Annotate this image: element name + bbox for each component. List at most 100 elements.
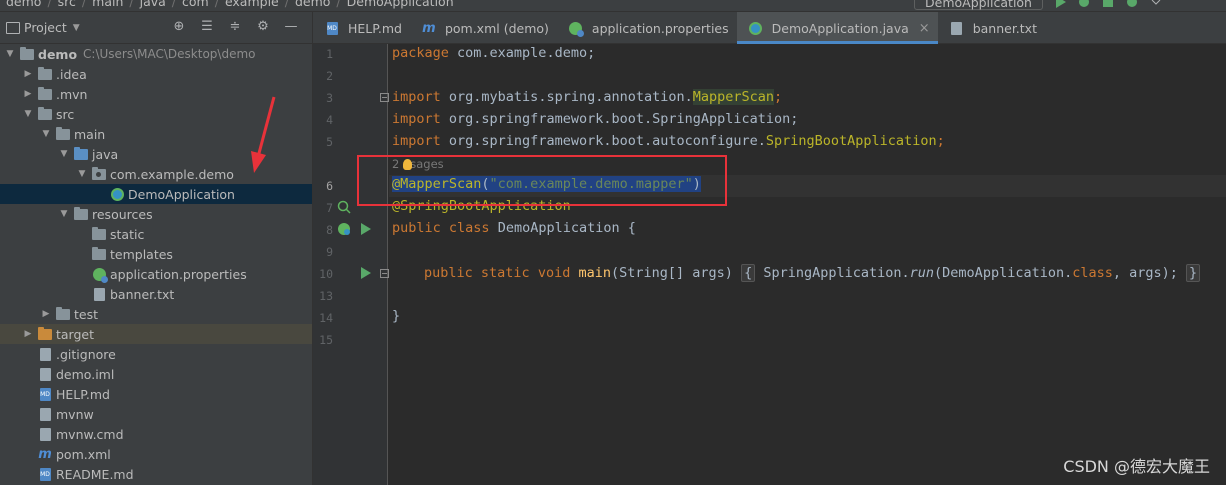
breadcrumb-item[interactable]: demo: [6, 0, 41, 9]
chevron-down-icon[interactable]: ▼: [76, 169, 88, 179]
tree-node-label: demo.iml: [56, 366, 115, 382]
code-line-1: package com.example.demo;: [392, 45, 596, 61]
tab-help-md[interactable]: MD HELP.md: [313, 12, 410, 44]
tree-node-target[interactable]: ▶ target: [0, 324, 312, 344]
tab-application-properties[interactable]: application.properties: [557, 12, 737, 44]
line-number[interactable]: 6: [313, 179, 333, 193]
gear-icon[interactable]: ⚙: [256, 20, 270, 34]
breadcrumb: demo / src / main / java / com / example / demo / Demo…: [6, 0, 454, 9]
chevron-down-icon[interactable]: ▼: [40, 129, 52, 139]
tree-node-mvnw[interactable]: ▶mvnw: [0, 404, 312, 424]
chevron-down-icon[interactable]: ▼: [73, 23, 80, 33]
tree-node-resources[interactable]: ▼ resources: [0, 204, 312, 224]
tree-node-pom-xml[interactable]: ▶mpom.xml: [0, 444, 312, 464]
breadcrumb-item[interactable]: demo: [295, 0, 330, 9]
tree-node-application-properties[interactable]: ▶application.properties: [0, 264, 312, 284]
run-class-icon[interactable]: [360, 223, 371, 235]
line-number[interactable]: 9: [313, 245, 333, 259]
breadcrumb-item[interactable]: com: [182, 0, 209, 9]
line-number[interactable]: 1: [313, 47, 333, 61]
tree-node-label: demo: [38, 46, 78, 62]
tab-demoapplication-java[interactable]: DemoApplication.java ×: [736, 12, 938, 44]
chevron-right-icon[interactable]: ▶: [40, 309, 52, 319]
folded-region-end[interactable]: }: [1186, 264, 1201, 282]
tree-node-demoapplication[interactable]: ▶DemoApplication: [0, 184, 312, 204]
tree-node-templates[interactable]: ▶templates: [0, 244, 312, 264]
code-line-4: import org.springframework.boot.SpringAp…: [392, 111, 799, 127]
tree-node-idea[interactable]: ▶ .idea: [0, 64, 312, 84]
line-number[interactable]: 5: [313, 135, 333, 149]
run-configuration-selector[interactable]: DemoApplication: [914, 0, 1043, 10]
tab-banner-txt[interactable]: banner.txt: [938, 12, 1045, 44]
tree-node-demo-iml[interactable]: ▶demo.iml: [0, 364, 312, 384]
markdown-file-icon: MD: [324, 21, 340, 35]
chevron-right-icon[interactable]: ▶: [22, 69, 34, 79]
tree-node-mvnw-cmd[interactable]: ▶mvnw.cmd: [0, 424, 312, 444]
run-icon[interactable]: [1054, 0, 1066, 8]
fold-marker-icon[interactable]: [380, 269, 389, 278]
line-number[interactable]: 15: [313, 333, 333, 347]
tab-label: pom.xml (demo): [444, 20, 549, 36]
tab-pom-xml-demo[interactable]: m pom.xml (demo): [410, 12, 557, 44]
code-line-8: public class DemoApplication {: [392, 220, 636, 236]
tree-node-demo[interactable]: ▼ demo C:\Users\MAC\Desktop\demo: [0, 44, 312, 64]
text-file-icon: [37, 407, 53, 421]
breadcrumb-item[interactable]: example: [225, 0, 279, 9]
close-icon[interactable]: ×: [919, 21, 930, 36]
expand-all-icon[interactable]: ☰: [200, 20, 214, 34]
breadcrumb-item[interactable]: DemoApplication: [347, 0, 454, 9]
run-main-icon[interactable]: [360, 267, 371, 279]
collapse-all-icon[interactable]: ≑: [228, 20, 242, 34]
tree-node-static[interactable]: ▶static: [0, 224, 312, 244]
line-number[interactable]: 7: [313, 201, 333, 215]
line-number[interactable]: 13: [313, 289, 333, 303]
line-number[interactable]: 4: [313, 113, 333, 127]
chevron-down-icon[interactable]: ▼: [4, 49, 16, 59]
breadcrumb-item[interactable]: java: [140, 0, 166, 9]
tree-node-label: DemoApplication: [128, 186, 235, 202]
tree-node-readme-md[interactable]: ▶MDREADME.md: [0, 464, 312, 484]
tree-node-label: resources: [92, 206, 153, 222]
tree-node-banner-txt[interactable]: ▶banner.txt: [0, 284, 312, 304]
chevron-right-icon[interactable]: ▶: [22, 329, 34, 339]
breadcrumb-item[interactable]: main: [92, 0, 123, 9]
spring-app-icon[interactable]: [337, 222, 351, 236]
tab-label: application.properties: [591, 20, 729, 36]
line-number[interactable]: 2: [313, 69, 333, 83]
profile-icon[interactable]: [1126, 0, 1138, 8]
folded-region-start[interactable]: {: [741, 264, 756, 282]
tree-node-gitignore[interactable]: ▶.gitignore: [0, 344, 312, 364]
tree-node-label: .idea: [56, 66, 87, 82]
tree-node-label: .mvn: [56, 86, 88, 102]
coverage-icon[interactable]: [1102, 0, 1114, 8]
line-number[interactable]: 14: [313, 311, 333, 325]
tab-label: DemoApplication.java: [771, 20, 909, 36]
tree-node-label: banner.txt: [110, 286, 175, 302]
watermark: CSDN @德宏大魔王: [1063, 457, 1210, 476]
chevron-down-icon[interactable]: ▼: [58, 209, 70, 219]
tree-node-label: static: [110, 226, 145, 242]
chevron-down-icon[interactable]: ▼: [58, 149, 70, 159]
hide-icon[interactable]: —: [284, 20, 298, 34]
tree-node-test[interactable]: ▶ test: [0, 304, 312, 324]
tree-node-label: README.md: [56, 466, 134, 482]
line-number[interactable]: 3: [313, 91, 333, 105]
breadcrumb-item[interactable]: src: [58, 0, 76, 9]
chevron-down-icon[interactable]: [1150, 0, 1162, 8]
tree-node-help-md[interactable]: ▶MDHELP.md: [0, 384, 312, 404]
chevron-down-icon[interactable]: ▼: [22, 109, 34, 119]
code-line-5: import org.springframework.boot.autoconf…: [392, 133, 945, 149]
project-panel-title[interactable]: Project: [24, 20, 67, 35]
fold-marker-icon[interactable]: [380, 93, 389, 102]
chevron-right-icon[interactable]: ▶: [22, 89, 34, 99]
code-editor[interactable]: package com.example.demo; import org.myb…: [389, 44, 1226, 485]
package-icon: [91, 166, 107, 181]
debug-icon[interactable]: [1078, 0, 1090, 8]
spring-bean-icon[interactable]: [337, 200, 351, 214]
line-number[interactable]: 8: [313, 223, 333, 237]
locate-file-icon[interactable]: ⊕: [172, 20, 186, 34]
code-line-3: import org.mybatis.spring.annotation.Map…: [392, 89, 783, 105]
breadcrumb-separator: /: [284, 0, 289, 9]
line-number[interactable]: 10: [313, 267, 333, 281]
folder-icon: [91, 246, 107, 261]
